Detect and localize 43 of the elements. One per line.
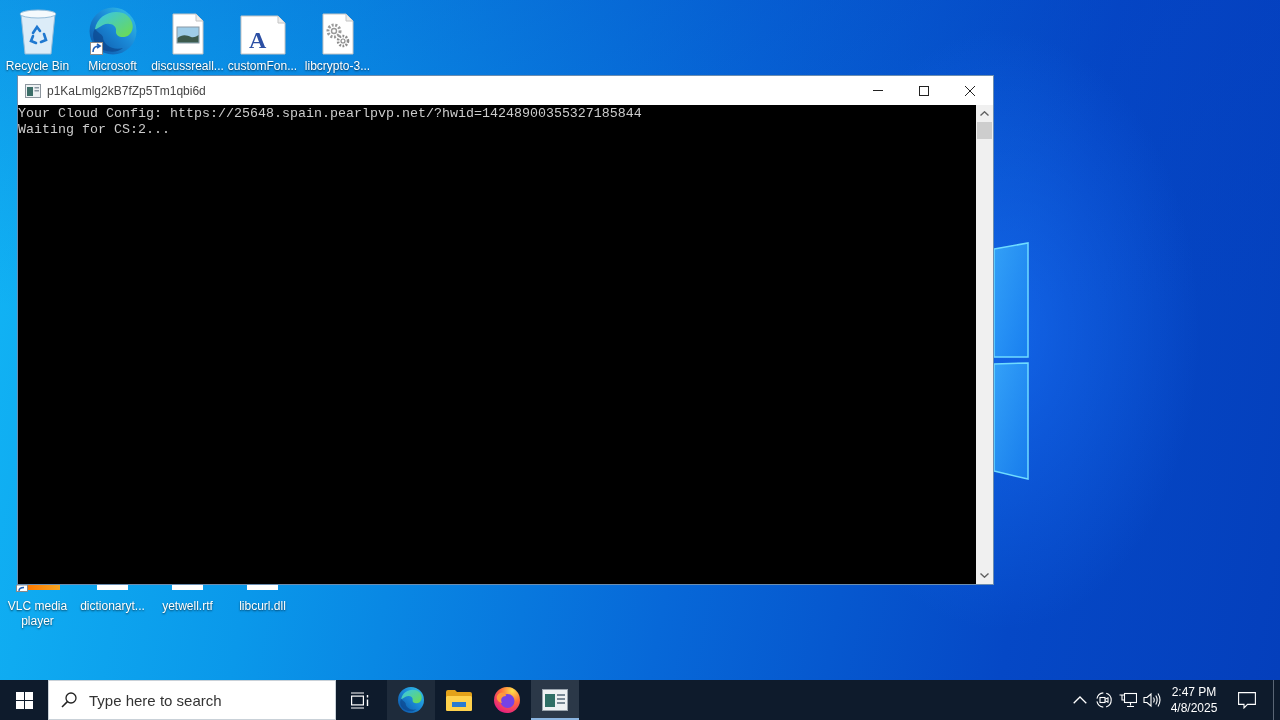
trash-bin-icon[interactable] [18, 9, 57, 55]
shortcut-icon[interactable] [15, 585, 60, 592]
clock-date[interactable]: 4/8/2025 [1170, 700, 1218, 716]
close-icon [965, 85, 975, 96]
folder-icon [446, 689, 472, 711]
search-icon [61, 692, 77, 708]
camera-icon[interactable] [1096, 692, 1112, 708]
taskbar-app-button[interactable] [387, 680, 435, 720]
fox-globe-icon [494, 687, 520, 713]
font-file-icon[interactable]: A [239, 15, 286, 55]
desktop-icon-label[interactable]: yetwell.rtf [162, 599, 213, 614]
window-panes-icon [15, 691, 33, 709]
browser-swirl-icon [398, 687, 424, 713]
browser-swirl-shortcut-icon[interactable] [88, 7, 137, 55]
message-bubble-icon[interactable] [1238, 691, 1256, 709]
desktop-icon-label[interactable]: VLC media player [0, 599, 75, 629]
minimize-icon [873, 90, 883, 91]
desktop-icon-label[interactable]: libcrypto-3... [304, 59, 371, 74]
gear-file-icon[interactable] [321, 13, 354, 55]
chevron-up-icon[interactable] [1073, 696, 1087, 704]
console-line: Your Cloud Config: https://25648.spain.pearlpvp.net/?hwid=14248900355327185844 [18, 106, 642, 122]
desktop-icon-label[interactable]: discussreall... [151, 59, 224, 74]
maximize-icon [919, 85, 929, 96]
desktop-icon-label[interactable]: customFon... [227, 59, 298, 74]
desktop-icon-label[interactable]: dictionaryt... [80, 599, 145, 614]
desktop-icon-label[interactable]: libcurl.dll [239, 599, 286, 614]
console-window-icon [25, 83, 41, 98]
scrollbar-thumb[interactable] [977, 122, 992, 139]
clock-time[interactable]: 2:47 PM [1171, 684, 1217, 700]
search-field[interactable]: Type here to search [48, 680, 336, 720]
desktop-icon-label[interactable]: Microsoft [88, 59, 137, 74]
desktop-icon-label[interactable]: Recycle Bin [5, 59, 70, 74]
stacked-windows-icon [350, 691, 370, 709]
scrollbar[interactable] [976, 105, 993, 584]
chevron-up-icon [980, 111, 989, 116]
taskbar-app-button[interactable] [531, 680, 579, 720]
window-title: p1KaLmlg2kB7fZp5Tm1qbi6d [47, 83, 207, 98]
chevron-down-icon [980, 573, 989, 578]
network-icon[interactable] [1119, 692, 1137, 708]
console-line: Waiting for CS:2... [18, 122, 170, 138]
console-window-icon [542, 689, 568, 711]
speaker-icon[interactable] [1143, 692, 1161, 708]
image-file-icon[interactable] [171, 13, 204, 55]
